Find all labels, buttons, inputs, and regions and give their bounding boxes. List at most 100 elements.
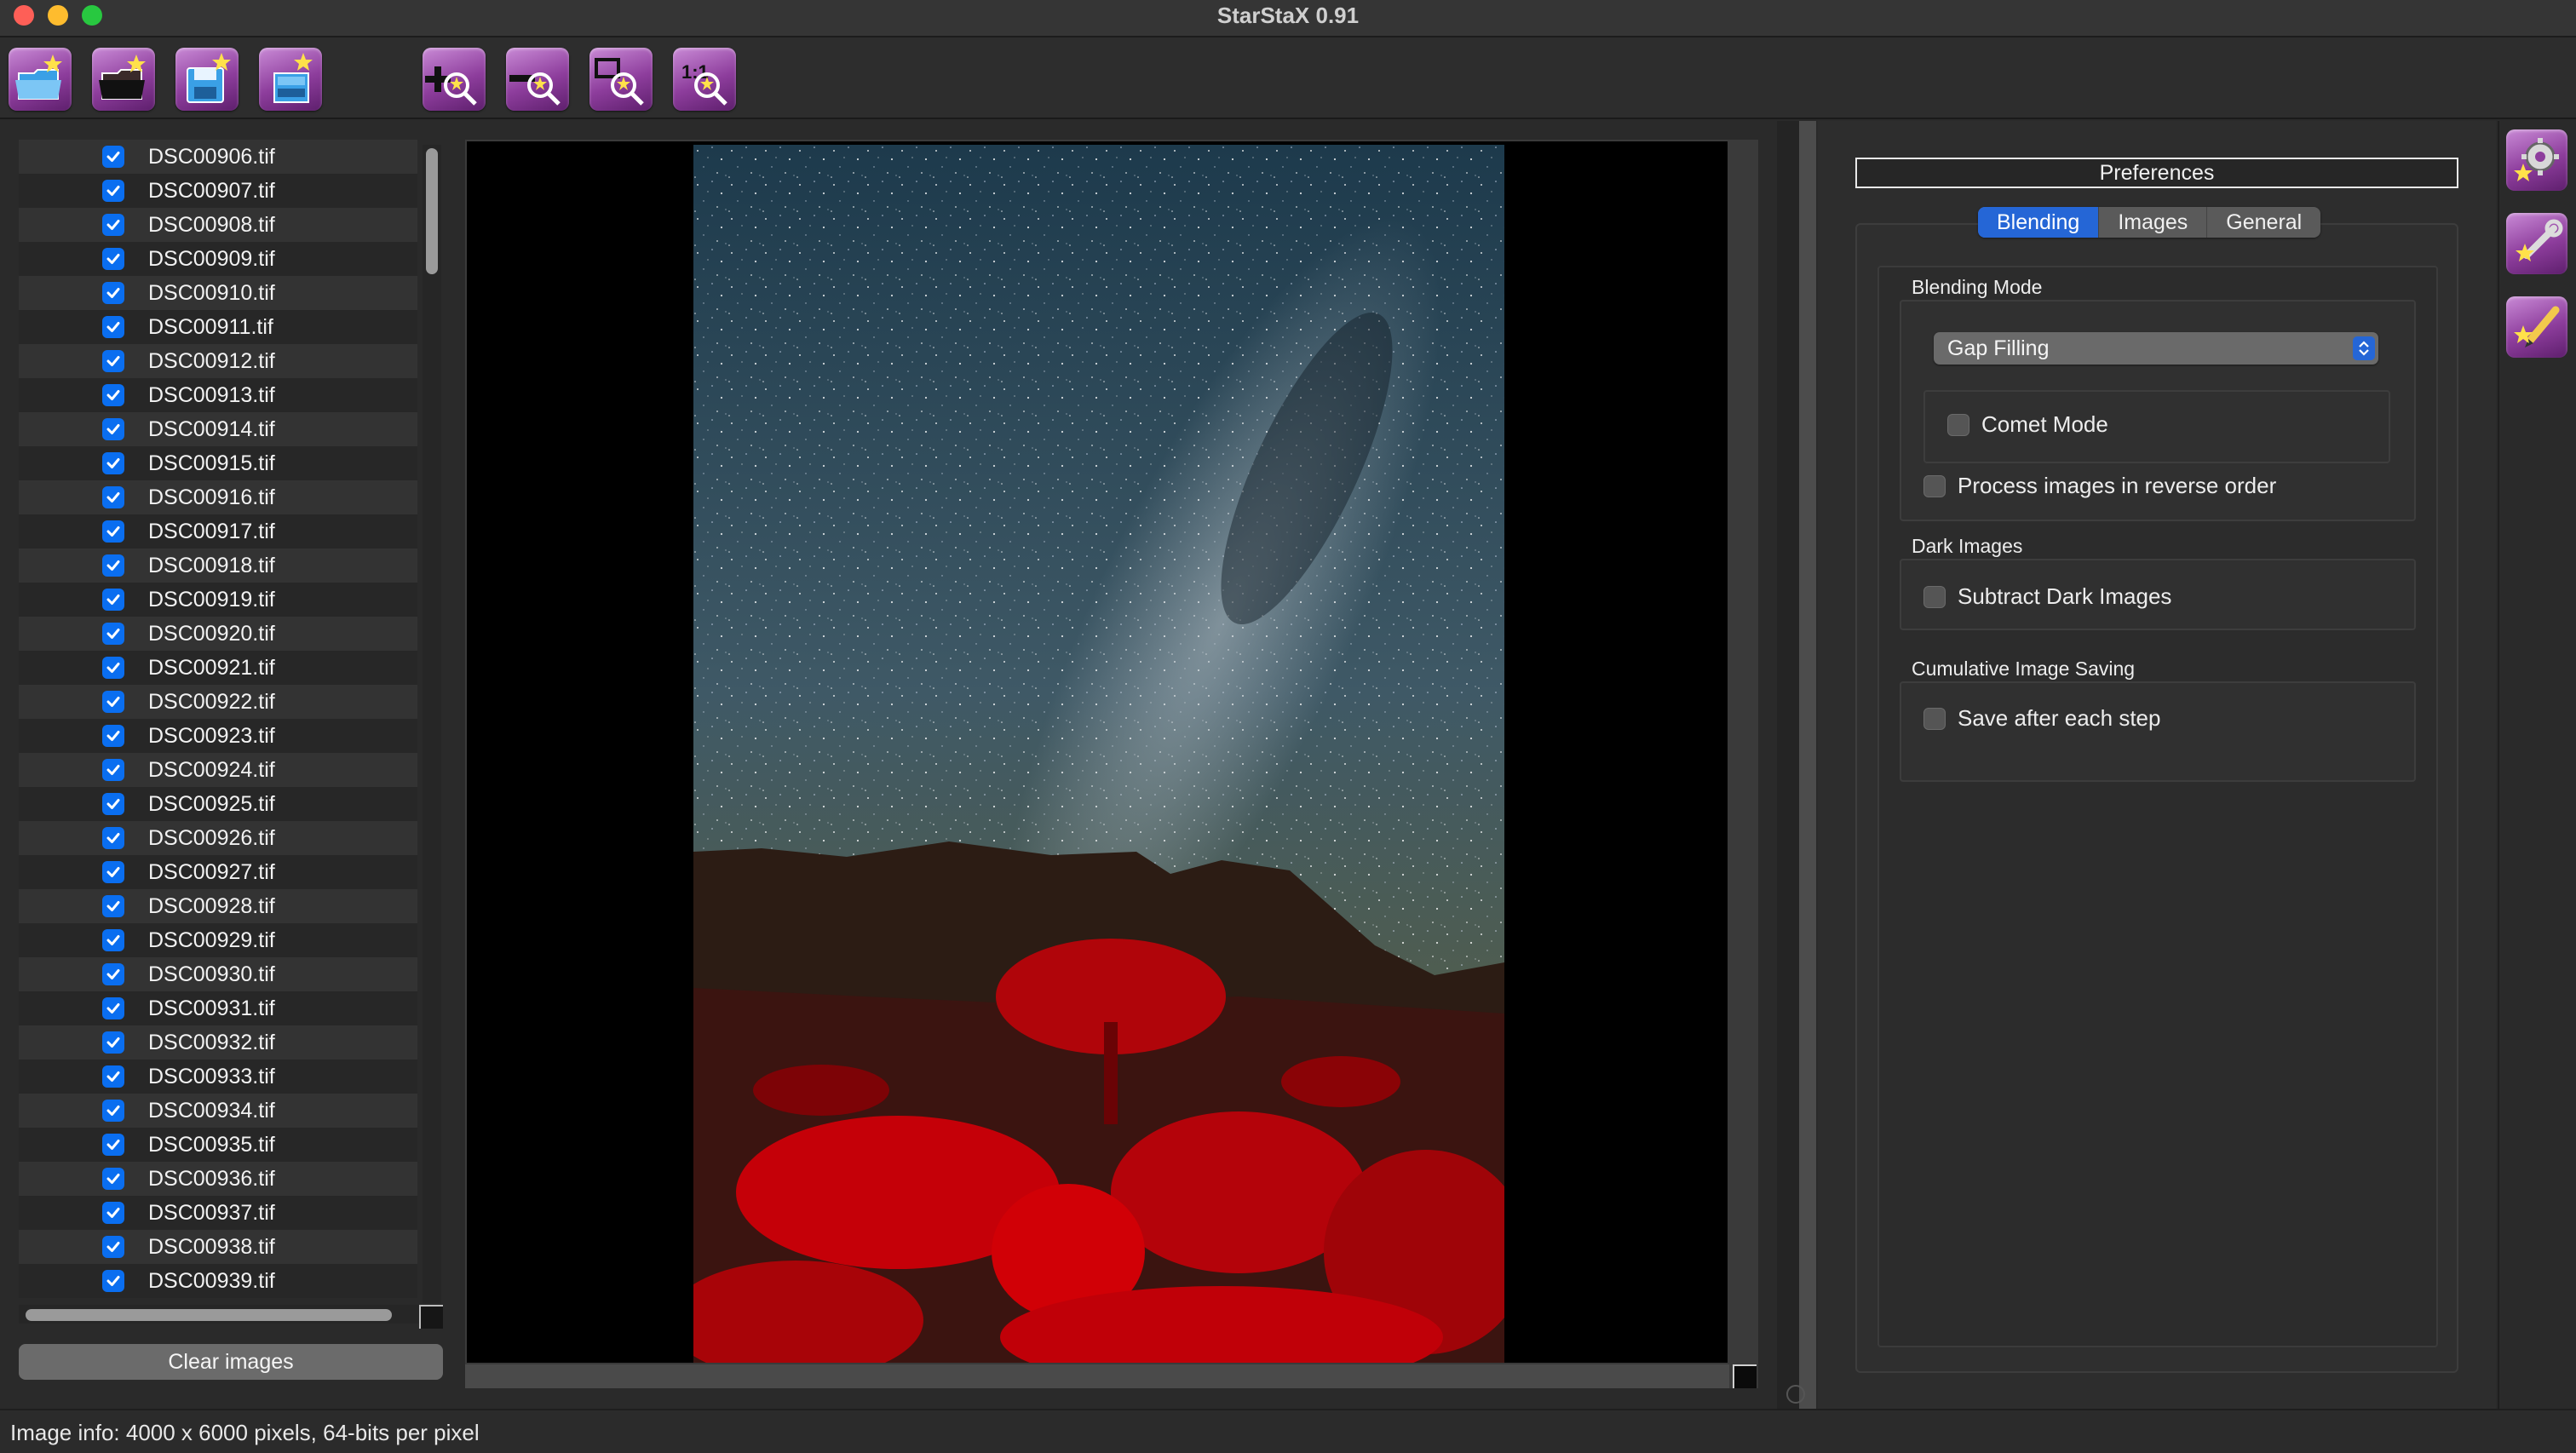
file-checkbox[interactable] [102, 146, 124, 168]
file-checkbox[interactable] [102, 861, 124, 883]
actual-size-button[interactable]: 1:1 [673, 48, 736, 111]
file-list-item[interactable]: DSC00913.tif [19, 378, 417, 412]
file-list-item[interactable]: DSC00909.tif [19, 242, 417, 276]
open-images-button[interactable] [9, 48, 72, 111]
open-dark-images-button[interactable] [92, 48, 155, 111]
file-checkbox[interactable] [102, 827, 124, 849]
clear-images-button[interactable]: Clear images [19, 1344, 443, 1380]
file-list-item[interactable]: DSC00915.tif [19, 446, 417, 480]
file-checkbox[interactable] [102, 520, 124, 543]
file-list-item[interactable]: DSC00920.tif [19, 617, 417, 651]
file-list-item[interactable]: DSC00931.tif [19, 991, 417, 1025]
file-checkbox[interactable] [102, 1168, 124, 1190]
comet-mode-checkbox[interactable]: Comet Mode [1947, 411, 2108, 438]
file-list-item[interactable]: DSC00932.tif [19, 1025, 417, 1060]
file-list-item[interactable]: DSC00908.tif [19, 208, 417, 242]
file-list-item[interactable]: DSC00937.tif [19, 1196, 417, 1230]
file-list-item[interactable]: DSC00922.tif [19, 685, 417, 719]
splitter-handle[interactable] [1786, 1385, 1805, 1404]
file-list-item[interactable]: DSC00930.tif [19, 957, 417, 991]
fit-to-window-button[interactable] [589, 48, 653, 111]
file-list-item[interactable]: DSC00907.tif [19, 174, 417, 208]
file-list-item[interactable]: DSC00911.tif [19, 310, 417, 344]
file-checkbox[interactable] [102, 282, 124, 304]
file-list-item[interactable]: DSC00919.tif [19, 583, 417, 617]
viewer-vertical-scrollbar[interactable] [1729, 140, 1758, 1388]
file-checkbox[interactable] [102, 657, 124, 679]
file-list-horizontal-scrollbar[interactable] [19, 1305, 423, 1324]
splitter-bar[interactable] [1799, 121, 1816, 1409]
file-checkbox[interactable] [102, 316, 124, 338]
file-list-item[interactable]: DSC00918.tif [19, 548, 417, 583]
save-each-step-checkbox[interactable]: Save after each step [1923, 705, 2160, 732]
zoom-in-button[interactable] [423, 48, 486, 111]
file-checkbox[interactable] [102, 623, 124, 645]
file-checkbox[interactable] [102, 248, 124, 270]
image-viewer[interactable] [465, 140, 1729, 1364]
file-checkbox[interactable] [102, 384, 124, 406]
tab-general[interactable]: General [2207, 207, 2320, 238]
file-list-item[interactable]: DSC00936.tif [19, 1162, 417, 1196]
file-checkbox[interactable] [102, 1270, 124, 1292]
reverse-order-checkbox-box[interactable] [1923, 474, 1946, 497]
file-list-item[interactable]: DSC00925.tif [19, 787, 417, 821]
comet-mode-checkbox-box[interactable] [1947, 413, 1969, 436]
file-list-item[interactable]: DSC00929.tif [19, 923, 417, 957]
file-checkbox[interactable] [102, 1236, 124, 1258]
file-checkbox[interactable] [102, 929, 124, 951]
file-list-vertical-scrollbar[interactable] [423, 145, 441, 1303]
file-list-item[interactable]: DSC00924.tif [19, 753, 417, 787]
file-list-item[interactable]: DSC00928.tif [19, 889, 417, 923]
file-checkbox[interactable] [102, 793, 124, 815]
file-checkbox[interactable] [102, 1202, 124, 1224]
preferences-sidebar-button[interactable] [2506, 129, 2567, 191]
zoom-out-button[interactable] [506, 48, 569, 111]
file-list-item[interactable]: DSC00938.tif [19, 1230, 417, 1264]
file-list[interactable]: DSC00906.tif DSC00907.tif DSC00908.tif DSC0… [19, 140, 417, 1431]
save-each-step-checkbox-box[interactable] [1923, 707, 1946, 730]
file-checkbox[interactable] [102, 725, 124, 747]
blending-mode-select[interactable]: Gap Filling [1934, 332, 2378, 365]
file-checkbox[interactable] [102, 963, 124, 985]
tab-blending[interactable]: Blending [1978, 207, 2100, 238]
file-checkbox[interactable] [102, 350, 124, 372]
viewer-horizontal-scrollbar[interactable] [465, 1364, 1729, 1388]
file-checkbox[interactable] [102, 418, 124, 440]
file-checkbox[interactable] [102, 486, 124, 508]
file-list-item[interactable]: DSC00916.tif [19, 480, 417, 514]
edit-sidebar-button[interactable] [2506, 296, 2567, 358]
file-list-item[interactable]: DSC00910.tif [19, 276, 417, 310]
save-image-button[interactable] [175, 48, 239, 111]
file-checkbox[interactable] [102, 180, 124, 202]
file-list-item[interactable]: DSC00921.tif [19, 651, 417, 685]
file-checkbox[interactable] [102, 214, 124, 236]
file-list-item[interactable]: DSC00939.tif [19, 1264, 417, 1298]
file-list-item[interactable]: DSC00923.tif [19, 719, 417, 753]
subtract-dark-checkbox[interactable]: Subtract Dark Images [1923, 583, 2171, 610]
file-list-item[interactable]: DSC00935.tif [19, 1128, 417, 1162]
file-list-scroll-thumb[interactable] [426, 148, 438, 274]
file-checkbox[interactable] [102, 1100, 124, 1122]
file-checkbox[interactable] [102, 589, 124, 611]
file-list-item[interactable]: DSC00927.tif [19, 855, 417, 889]
file-list-item[interactable]: DSC00906.tif [19, 140, 417, 174]
file-list-item[interactable]: DSC00917.tif [19, 514, 417, 548]
subtract-dark-checkbox-box[interactable] [1923, 585, 1946, 608]
file-list-item[interactable]: DSC00912.tif [19, 344, 417, 378]
file-list-item[interactable]: DSC00926.tif [19, 821, 417, 855]
settings-sidebar-button[interactable] [2506, 213, 2567, 274]
file-list-item[interactable]: DSC00933.tif [19, 1060, 417, 1094]
file-checkbox[interactable] [102, 1134, 124, 1156]
file-checkbox[interactable] [102, 691, 124, 713]
file-checkbox[interactable] [102, 452, 124, 474]
save-as-button[interactable] [259, 48, 322, 111]
file-checkbox[interactable] [102, 1065, 124, 1088]
file-list-item[interactable]: DSC00914.tif [19, 412, 417, 446]
reverse-order-checkbox[interactable]: Process images in reverse order [1923, 473, 2276, 499]
file-checkbox[interactable] [102, 895, 124, 917]
file-checkbox[interactable] [102, 1031, 124, 1054]
file-checkbox[interactable] [102, 554, 124, 577]
file-list-item[interactable]: DSC00934.tif [19, 1094, 417, 1128]
file-checkbox[interactable] [102, 997, 124, 1019]
tab-images[interactable]: Images [2099, 207, 2208, 238]
